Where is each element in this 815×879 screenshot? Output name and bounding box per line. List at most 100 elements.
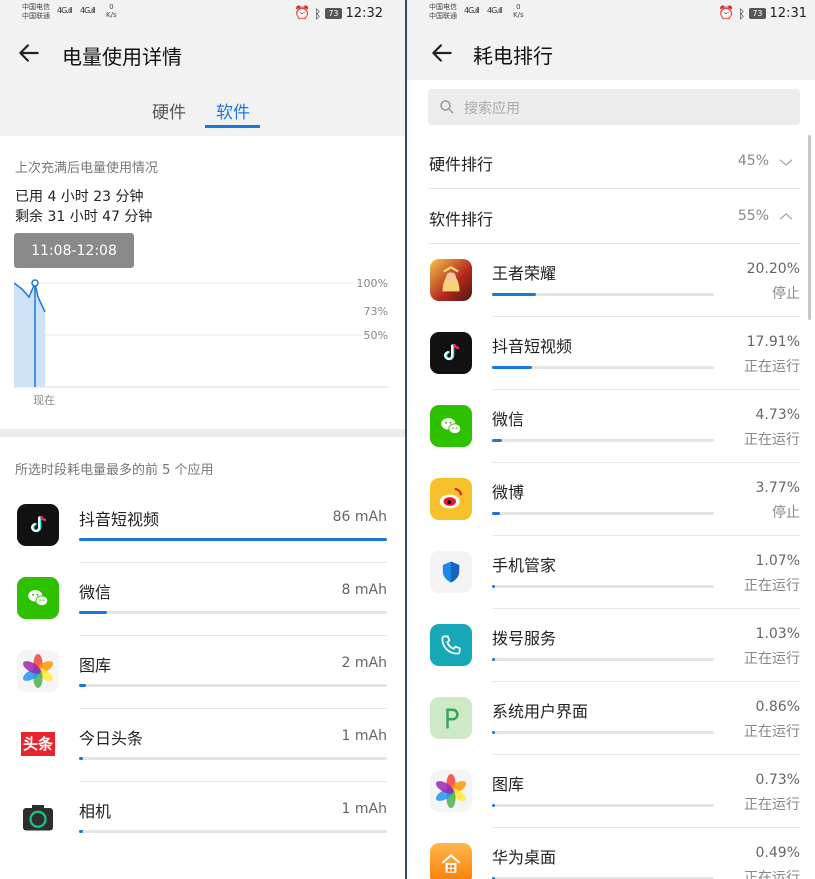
list-item[interactable]: 抖音短视频 86 mAh bbox=[0, 490, 405, 563]
back-arrow-icon[interactable] bbox=[16, 40, 42, 66]
list-item[interactable]: 王者荣耀 20.20% 停止 bbox=[407, 244, 815, 317]
app-status: 正在运行 bbox=[744, 870, 800, 879]
weibo-icon bbox=[430, 478, 472, 520]
usage-bar-fill bbox=[492, 585, 495, 588]
app-name: 相机 bbox=[79, 802, 112, 821]
app-bar: 耗电排行 bbox=[407, 28, 815, 80]
app-usage: 8 mAh bbox=[341, 582, 387, 598]
app-status: 停止 bbox=[772, 505, 800, 521]
usage-bar-fill bbox=[79, 538, 387, 541]
app-percent: 17.91% bbox=[746, 334, 800, 350]
app-name: 抖音短视频 bbox=[492, 337, 573, 356]
list-item[interactable]: 图库 0.73% 正在运行 bbox=[407, 755, 815, 828]
carrier-1: 中国电信 bbox=[429, 3, 457, 11]
app-name: 系统用户界面 bbox=[492, 702, 589, 721]
usage-bar bbox=[492, 439, 714, 442]
clock: 12:31 bbox=[769, 6, 807, 21]
section-divider bbox=[0, 429, 405, 437]
chevron-up-icon bbox=[779, 213, 793, 220]
list-item[interactable]: 微信 8 mAh bbox=[0, 563, 405, 636]
gallery-icon bbox=[430, 770, 472, 812]
app-name: 今日头条 bbox=[79, 729, 144, 748]
wechat-icon bbox=[17, 577, 59, 619]
usage-bar bbox=[492, 293, 714, 296]
list-item[interactable]: 微博 3.77% 停止 bbox=[407, 463, 815, 536]
gallery-icon bbox=[17, 650, 59, 692]
usage-bar-fill bbox=[79, 830, 83, 833]
usage-bar bbox=[492, 658, 714, 661]
search-input[interactable]: 搜索应用 bbox=[428, 89, 800, 125]
back-arrow-icon[interactable] bbox=[429, 40, 455, 66]
list-item[interactable]: 头条 今日头条 1 mAh bbox=[0, 709, 405, 782]
usage-bar-fill bbox=[492, 804, 495, 807]
tab-software[interactable]: 软件 bbox=[216, 98, 250, 123]
battery-usage-screen: 中国电信 中国联通 4G.ıll 4G.ıll 0 K/s ⏰ ᛒ 73 12:… bbox=[0, 0, 405, 879]
page-title: 耗电排行 bbox=[473, 44, 553, 68]
search-placeholder: 搜索应用 bbox=[464, 101, 520, 117]
list-item[interactable]: 相机 1 mAh bbox=[0, 782, 405, 855]
app-percent: 0.49% bbox=[755, 845, 800, 861]
usage-bar-fill bbox=[79, 757, 83, 760]
usage-bar bbox=[492, 804, 714, 807]
hardware-ranking-pct: 45% bbox=[737, 153, 769, 169]
app-name: 微博 bbox=[492, 483, 525, 502]
usage-bar bbox=[492, 585, 714, 588]
carrier-1: 中国电信 bbox=[22, 3, 50, 11]
app-percent: 0.86% bbox=[755, 699, 800, 715]
battery-level-chart[interactable] bbox=[14, 275, 389, 425]
status-right: ⏰ ᛒ 73 12:32 bbox=[294, 6, 383, 21]
usage-bar bbox=[492, 512, 714, 515]
app-percent: 1.07% bbox=[755, 553, 800, 569]
software-ranking-row[interactable]: 软件排行 55% bbox=[407, 190, 815, 244]
list-item[interactable]: 抖音短视频 17.91% 正在运行 bbox=[407, 317, 815, 390]
usage-bar-fill bbox=[79, 611, 107, 614]
hardware-ranking-row[interactable]: 硬件排行 45% bbox=[407, 135, 815, 189]
carrier-labels: 中国电信 中国联通 bbox=[429, 3, 457, 21]
usage-bar bbox=[79, 830, 387, 833]
app-usage: 86 mAh bbox=[332, 509, 387, 525]
label-100: 100% bbox=[356, 277, 388, 290]
app-status: 正在运行 bbox=[744, 578, 800, 594]
app-percent: 1.03% bbox=[755, 626, 800, 642]
list-item[interactable]: 系统用户界面 0.86% 正在运行 bbox=[407, 682, 815, 755]
usage-bar-fill bbox=[492, 293, 537, 296]
toutiao-icon: 头条 bbox=[17, 723, 59, 765]
app-name: 微信 bbox=[492, 410, 525, 429]
clock: 12:32 bbox=[345, 6, 383, 21]
alarm-icon: ⏰ bbox=[293, 6, 311, 21]
tab-hardware[interactable]: 硬件 bbox=[152, 98, 186, 123]
usage-bar bbox=[79, 757, 387, 760]
used-time: 已用 4 小时 23 分钟 bbox=[15, 189, 144, 205]
app-usage: 2 mAh bbox=[341, 655, 387, 671]
bluetooth-icon: ᛒ bbox=[738, 6, 746, 21]
software-ranking-label: 软件排行 bbox=[429, 210, 494, 229]
signal-icon: 4G.ıll bbox=[80, 6, 95, 15]
usage-bar-fill bbox=[492, 366, 532, 369]
time-range-chip[interactable]: 11:08-12:08 bbox=[14, 233, 134, 268]
app-name: 王者荣耀 bbox=[492, 264, 557, 283]
app-usage: 1 mAh bbox=[341, 728, 387, 744]
label-73: 73% bbox=[363, 305, 388, 318]
app-bar: 电量使用详情 bbox=[0, 28, 405, 80]
carrier-2: 中国联通 bbox=[429, 12, 457, 20]
app-name: 抖音短视频 bbox=[79, 510, 160, 529]
page-title: 电量使用详情 bbox=[62, 45, 182, 69]
app-name: 拨号服务 bbox=[492, 629, 557, 648]
app-name: 华为桌面 bbox=[492, 848, 557, 867]
list-item[interactable]: 拨号服务 1.03% 正在运行 bbox=[407, 609, 815, 682]
system-ui-icon bbox=[430, 697, 472, 739]
usage-bar-fill bbox=[492, 512, 501, 515]
battery-icon: 73 bbox=[325, 8, 342, 19]
label-now: 现在 bbox=[33, 394, 55, 407]
list-item[interactable]: 图库 2 mAh bbox=[0, 636, 405, 709]
usage-bar-fill bbox=[492, 731, 495, 734]
app-name: 微信 bbox=[79, 583, 112, 602]
usage-bar-fill bbox=[492, 439, 503, 442]
app-name: 图库 bbox=[492, 775, 525, 794]
app-percent: 3.77% bbox=[755, 480, 800, 496]
since-charge-label: 上次充满后电量使用情况 bbox=[15, 161, 159, 176]
status-bar: 中国电信 中国联通 4G.ıll 4G.ıll 0 K/s ⏰ ᛒ 73 12:… bbox=[407, 0, 815, 28]
list-item[interactable]: 华为桌面 0.49% 正在运行 bbox=[407, 828, 815, 879]
list-item[interactable]: 微信 4.73% 正在运行 bbox=[407, 390, 815, 463]
list-item[interactable]: 手机管家 1.07% 正在运行 bbox=[407, 536, 815, 609]
